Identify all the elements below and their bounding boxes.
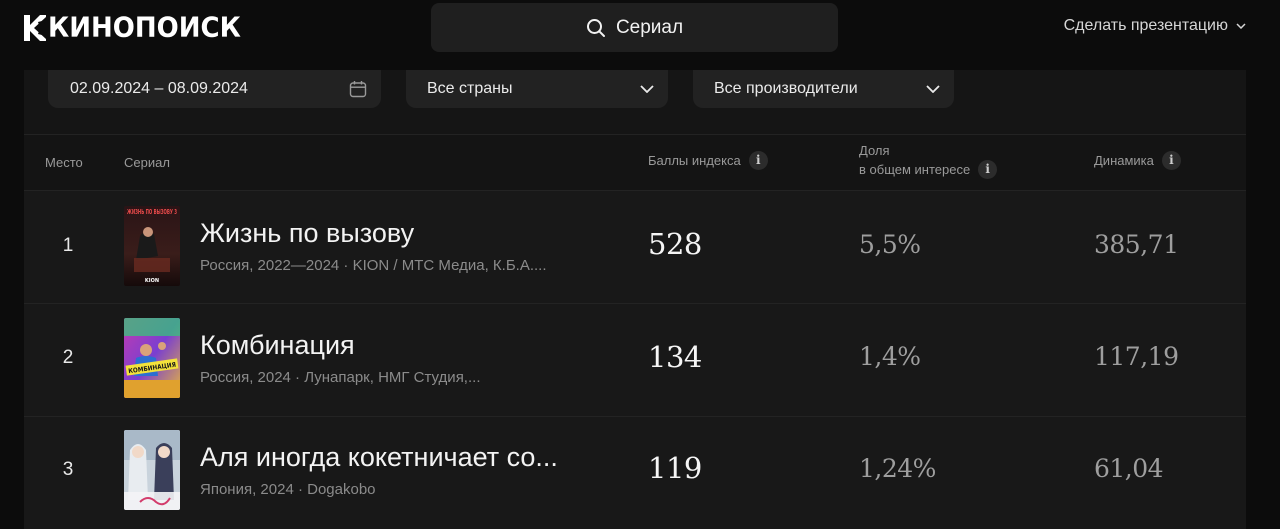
share-value: 1,24% xyxy=(859,454,936,483)
series-title[interactable]: Комбинация xyxy=(200,330,355,361)
row-rank: 3 xyxy=(62,459,74,480)
share-value: 5,5% xyxy=(859,230,921,259)
score-value: 528 xyxy=(648,227,702,261)
search-icon xyxy=(586,18,605,37)
table-row[interactable]: 2 КОМБИНАЦИЯ Комбинация Россия, 2024 · Л… xyxy=(24,304,1246,416)
rating-panel: 02.09.2024 – 08.09.2024 Все страны Все п… xyxy=(24,70,1246,529)
column-dynamics-label: Динамика xyxy=(1094,153,1154,168)
table-header: Место Сериал Баллы индекса i Доля в обще… xyxy=(24,135,1246,190)
row-rank: 2 xyxy=(62,347,74,368)
dynamics-value: 117,19 xyxy=(1094,342,1179,371)
date-range-picker[interactable]: 02.09.2024 – 08.09.2024 xyxy=(48,70,381,108)
country-select[interactable]: Все страны xyxy=(406,70,668,108)
producer-select-value: Все производители xyxy=(714,80,858,97)
logo-mark-icon xyxy=(24,15,46,41)
info-icon[interactable]: i xyxy=(748,151,768,170)
poster-caption: ЖИЗНЬ ПО ВЫЗОВУ 3 xyxy=(127,208,177,216)
column-share-label-line2: в общем интересе xyxy=(859,162,971,177)
top-bar: КИНОПОИСК Сериал Сделать презентацию xyxy=(0,0,1280,70)
date-range-value: 02.09.2024 – 08.09.2024 xyxy=(70,80,248,97)
table-row[interactable]: 1 ЖИЗНЬ ПО ВЫЗОВУ 3 KION Жизнь по вызову xyxy=(24,191,1246,303)
series-title[interactable]: Жизнь по вызову xyxy=(200,218,414,249)
chevron-down-icon xyxy=(926,85,940,93)
search-button[interactable]: Сериал xyxy=(431,3,838,52)
column-dynamics: Динамика i xyxy=(1094,151,1181,170)
series-meta: Япония, 2024 · Dogakobo xyxy=(200,481,376,498)
make-presentation-label: Сделать презентацию xyxy=(1063,17,1228,34)
calendar-icon xyxy=(349,81,367,98)
dynamics-value: 61,04 xyxy=(1094,454,1164,483)
column-place-label: Место xyxy=(45,155,83,170)
column-share-label: Доля в общем интересе xyxy=(859,141,970,179)
column-share: Доля в общем интересе i xyxy=(859,141,998,179)
table-row[interactable]: 3 Аля иногда кокетничает со... Япония, 2… xyxy=(24,417,1246,529)
dynamics-value: 385,71 xyxy=(1094,230,1179,259)
info-icon[interactable]: i xyxy=(978,160,998,179)
info-icon[interactable]: i xyxy=(1161,151,1181,170)
series-title[interactable]: Аля иногда кокетничает со... xyxy=(200,442,558,473)
row-rank: 1 xyxy=(62,235,74,256)
column-score: Баллы индекса i xyxy=(648,151,768,170)
column-place: Место xyxy=(45,153,83,172)
logo-text: КИНОПОИСК xyxy=(48,12,241,44)
producer-select[interactable]: Все производители xyxy=(693,70,954,108)
poster-art: КОМБИНАЦИЯ xyxy=(124,318,180,398)
column-share-label-line1: Доля xyxy=(859,143,890,158)
poster-art xyxy=(124,430,180,510)
column-series: Сериал xyxy=(124,153,170,172)
score-value: 134 xyxy=(648,340,702,374)
chevron-down-icon xyxy=(640,85,654,93)
share-value: 1,4% xyxy=(859,342,921,371)
poster-brand: KION xyxy=(145,278,159,284)
score-value: 119 xyxy=(648,451,702,485)
kinopoisk-logo[interactable]: КИНОПОИСК xyxy=(24,10,241,46)
poster-image[interactable] xyxy=(124,430,180,510)
series-meta: Россия, 2022—2024 · KION / МТС Медиа, К.… xyxy=(200,257,547,274)
column-score-label: Баллы индекса xyxy=(648,153,741,168)
chevron-down-icon xyxy=(1236,23,1246,29)
search-label: Сериал xyxy=(615,16,684,38)
series-meta: Россия, 2024 · Лунапарк, НМГ Студия,... xyxy=(200,369,481,386)
poster-art: ЖИЗНЬ ПО ВЫЗОВУ 3 KION xyxy=(124,206,180,286)
country-select-value: Все страны xyxy=(427,80,513,97)
column-series-label: Сериал xyxy=(124,155,170,170)
poster-image[interactable]: ЖИЗНЬ ПО ВЫЗОВУ 3 KION xyxy=(124,206,180,286)
make-presentation-button[interactable]: Сделать презентацию xyxy=(1064,17,1246,35)
poster-image[interactable]: КОМБИНАЦИЯ xyxy=(124,318,180,398)
filters-bar: 02.09.2024 – 08.09.2024 Все страны Все п… xyxy=(24,70,1246,134)
